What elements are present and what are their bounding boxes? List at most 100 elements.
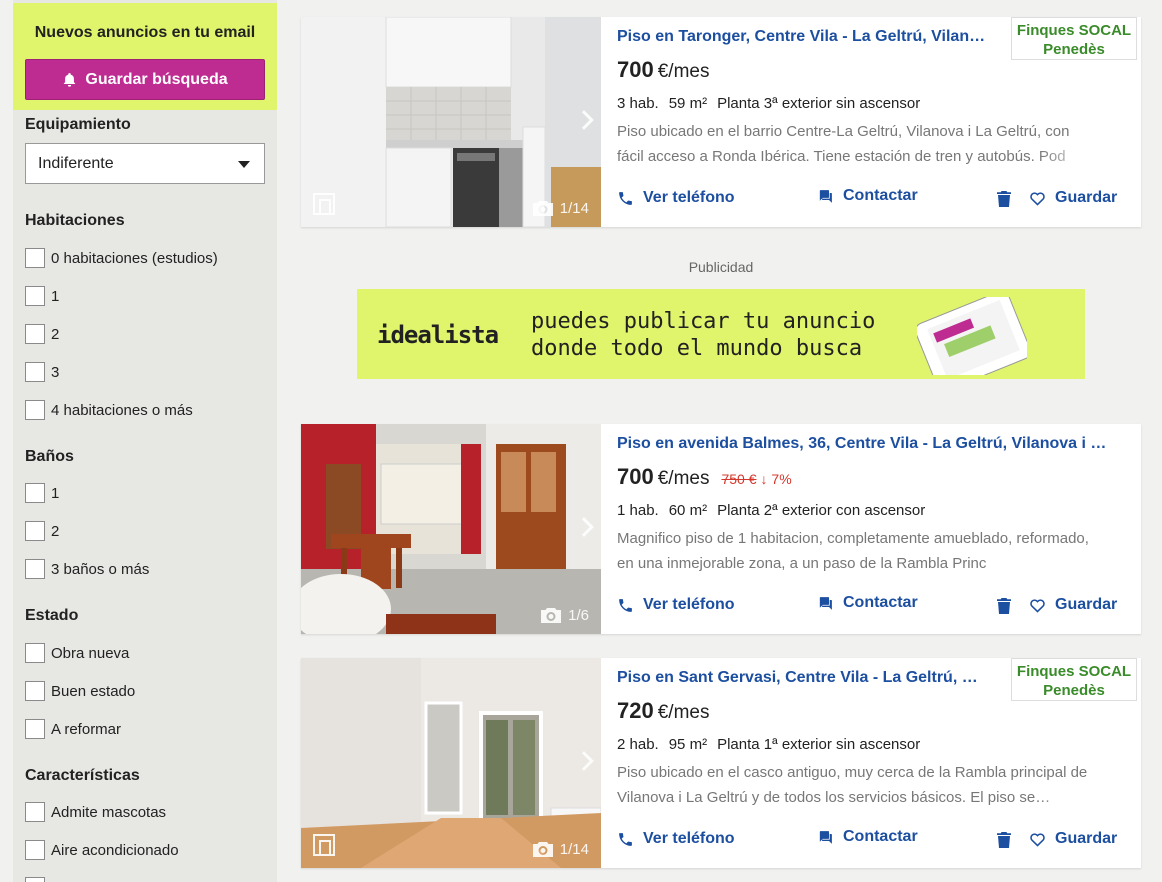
listing-title[interactable]: Piso en Sant Gervasi, Centre Vila - La G… — [617, 669, 997, 687]
listing-photo[interactable]: 1/14 — [301, 658, 601, 868]
checkbox-baths-3plus[interactable]: 3 baños o más — [25, 558, 149, 580]
checkbox-box[interactable] — [25, 877, 45, 882]
equipamiento-selected-value: Indiferente — [38, 154, 114, 172]
listing-description[interactable]: Magnifico piso de 1 habitacion, completa… — [617, 526, 1099, 574]
checkbox-state-reform[interactable]: A reformar — [25, 718, 121, 740]
checkbox-label: 3 baños o más — [51, 560, 150, 578]
listing-title[interactable]: Piso en avenida Balmes, 36, Centre Vila … — [617, 435, 1122, 453]
checkbox-box[interactable] — [25, 840, 45, 860]
checkbox-label: 0 habitaciones (estudios) — [51, 249, 218, 267]
listing-title[interactable]: Piso en Taronger, Centre Vila - La Geltr… — [617, 28, 997, 46]
checkbox-label: 1 — [51, 287, 60, 305]
promo-title: Nuevos anuncios en tu email — [34, 24, 256, 41]
checkbox-state-new[interactable]: Obra nueva — [25, 642, 129, 664]
checkbox-state-good[interactable]: Buen estado — [25, 680, 135, 702]
photo-count: 1/14 — [532, 200, 589, 217]
kitchen-photo — [301, 17, 601, 227]
agency-logo[interactable]: Finques SOCAL Penedès — [1011, 658, 1137, 701]
camera-icon — [532, 842, 553, 857]
save-search-label: Guardar búsqueda — [85, 70, 228, 88]
save-listing-button[interactable]: Guardar — [1029, 189, 1117, 207]
chat-icon — [819, 189, 832, 203]
listing-actions: Ver teléfono Contactar Guardar — [617, 828, 1122, 852]
listing-card[interactable]: 1/14 Piso en Sant Gervasi, Centre Vila -… — [301, 658, 1141, 868]
checkbox-box[interactable] — [25, 719, 45, 739]
listing-card[interactable]: 1/14 Piso en Taronger, Centre Vila - La … — [301, 17, 1141, 227]
living-room-photo — [301, 424, 601, 634]
save-listing-button[interactable]: Guardar — [1029, 830, 1117, 848]
phone-icon — [619, 191, 632, 205]
checkbox-label: 3 — [51, 363, 60, 381]
habitaciones-title: Habitaciones — [25, 212, 125, 229]
checkbox-rooms-1[interactable]: 1 — [25, 285, 59, 307]
listing-details: 1 hab. 60 m² Planta 2ª exterior con asce… — [617, 502, 926, 519]
floorplan-icon[interactable] — [313, 193, 335, 215]
checkbox-box[interactable] — [25, 248, 45, 268]
floorplan-icon[interactable] — [313, 834, 335, 856]
checkbox-label: 2 — [51, 325, 60, 343]
checkbox-box[interactable] — [25, 521, 45, 541]
listing-card[interactable]: 1/6 Piso en avenida Balmes, 36, Centre V… — [301, 424, 1141, 634]
phone-icon — [619, 598, 632, 612]
checkbox-box[interactable] — [25, 559, 45, 579]
checkbox-label: 2 — [51, 522, 60, 540]
trash-icon[interactable] — [997, 191, 1011, 207]
bell-icon — [63, 72, 76, 87]
listing-price: 700 €/mes — [617, 57, 710, 82]
heart-icon — [1030, 832, 1045, 847]
checkbox-box[interactable] — [25, 400, 45, 420]
caret-down-icon — [238, 161, 250, 168]
contact-button[interactable]: Contactar — [817, 594, 918, 612]
listing-details: 3 hab. 59 m² Planta 3ª exterior sin asce… — [617, 95, 921, 112]
checkbox-baths-1[interactable]: 1 — [25, 482, 59, 504]
checkbox-box[interactable] — [25, 643, 45, 663]
contact-button[interactable]: Contactar — [817, 828, 918, 846]
checkbox-rooms-3[interactable]: 3 — [25, 361, 59, 383]
agency-logo[interactable]: Finques SOCAL Penedès — [1011, 17, 1137, 60]
camera-icon — [532, 201, 553, 216]
checkbox-aircon[interactable]: Aire acondicionado — [25, 839, 179, 861]
checkbox-rooms-0[interactable]: 0 habitaciones (estudios) — [25, 247, 218, 269]
apartment-photo — [301, 658, 601, 868]
trash-icon[interactable] — [997, 832, 1011, 848]
checkbox-box[interactable] — [25, 681, 45, 701]
checkbox-box[interactable] — [25, 362, 45, 382]
heart-icon — [1030, 191, 1045, 206]
checkbox-baths-2[interactable]: 2 — [25, 520, 59, 542]
filters-sidebar: Nuevos anuncios en tu email Guardar búsq… — [13, 0, 277, 882]
listing-description[interactable]: Piso ubicado en el barrio Centre-La Gelt… — [617, 119, 1099, 167]
caracteristicas-title: Características — [25, 767, 140, 784]
checkbox-box[interactable] — [25, 324, 45, 344]
checkbox-box[interactable] — [25, 802, 45, 822]
checkbox-rooms-2[interactable]: 2 — [25, 323, 59, 345]
listing-price: 720 €/mes — [617, 698, 710, 723]
checkbox-label: A reformar — [51, 720, 122, 738]
phone-icon — [619, 832, 632, 846]
checkbox-rooms-4plus[interactable]: 4 habitaciones o más — [25, 399, 193, 421]
view-phone-button[interactable]: Ver teléfono — [617, 830, 735, 848]
listing-actions: Ver teléfono Contactar Guardar — [617, 594, 1122, 618]
checkbox-more[interactable] — [25, 876, 51, 882]
listing-photo[interactable]: 1/6 — [301, 424, 601, 634]
phone-illustration — [917, 297, 1027, 375]
checkbox-label: 4 habitaciones o más — [51, 401, 193, 419]
checkbox-box[interactable] — [25, 483, 45, 503]
checkbox-box[interactable] — [25, 286, 45, 306]
ad-label: Publicidad — [688, 259, 754, 275]
view-phone-button[interactable]: Ver teléfono — [617, 596, 735, 614]
camera-icon — [541, 608, 562, 623]
equipamiento-select[interactable]: Indiferente — [25, 143, 265, 184]
idealista-ad-banner[interactable]: idealista puedes publicar tu anuncio don… — [357, 289, 1085, 379]
view-phone-button[interactable]: Ver teléfono — [617, 189, 735, 207]
listing-photo[interactable]: 1/14 — [301, 17, 601, 227]
contact-button[interactable]: Contactar — [817, 187, 918, 205]
listing-info: Piso en avenida Balmes, 36, Centre Vila … — [617, 424, 1141, 634]
save-listing-button[interactable]: Guardar — [1029, 596, 1117, 614]
trash-icon[interactable] — [997, 598, 1011, 614]
checkbox-pets[interactable]: Admite mascotas — [25, 801, 166, 823]
save-search-button[interactable]: Guardar búsqueda — [25, 59, 265, 100]
photo-count: 1/6 — [540, 607, 589, 624]
listing-description[interactable]: Piso ubicado en el casco antiguo, muy ce… — [617, 760, 1099, 808]
ad-line-2: donde todo el mundo busca — [531, 336, 863, 361]
idealista-logo: idealista — [377, 321, 499, 349]
